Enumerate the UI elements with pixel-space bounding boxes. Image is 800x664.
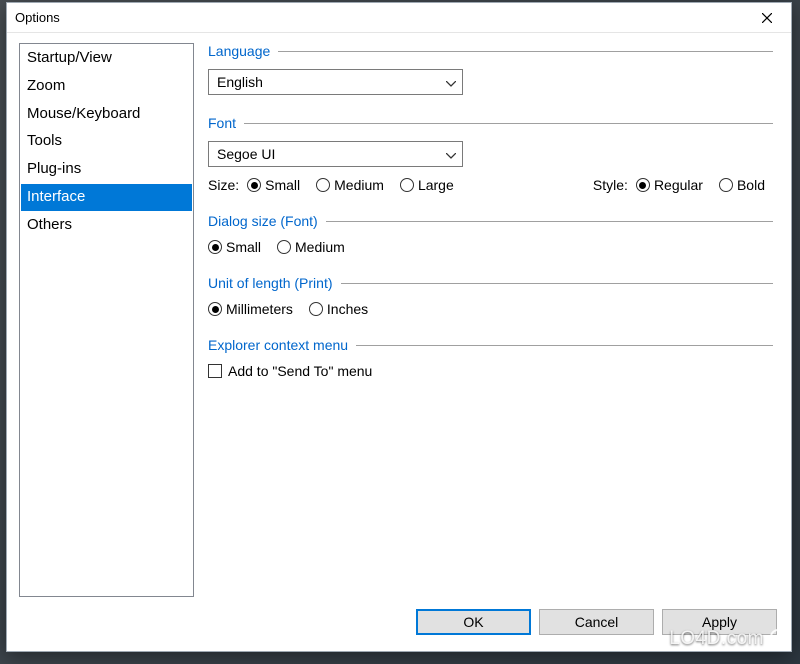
radio-dialog-medium[interactable]: Medium [277, 239, 345, 255]
group-dialog-size: Dialog size (Font) Small Medium [208, 213, 773, 255]
window-title: Options [15, 10, 745, 25]
button-label: Cancel [575, 614, 619, 630]
radio-label: Medium [334, 177, 384, 193]
radio-icon [636, 178, 650, 192]
group-divider [341, 283, 774, 284]
titlebar: Options [7, 3, 791, 33]
sidebar-item-plugins[interactable]: Plug-ins [21, 156, 192, 183]
radio-label: Bold [737, 177, 765, 193]
radio-label: Regular [654, 177, 703, 193]
radio-icon [247, 178, 261, 192]
sidebar-item-label: Tools [27, 132, 62, 149]
sidebar-item-zoom[interactable]: Zoom [21, 73, 192, 100]
chevron-down-icon [446, 146, 456, 162]
sidebar-item-tools[interactable]: Tools [21, 128, 192, 155]
sidebar-item-interface[interactable]: Interface [21, 184, 192, 211]
cancel-button[interactable]: Cancel [539, 609, 654, 635]
radio-label: Medium [295, 239, 345, 255]
dialog-size-row: Small Medium [208, 239, 773, 255]
group-header-font: Font [208, 115, 773, 131]
group-font: Font Segoe UI Size: Small [208, 115, 773, 193]
group-header-context-menu: Explorer context menu [208, 337, 773, 353]
group-label: Dialog size (Font) [208, 213, 318, 229]
sidebar-item-label: Zoom [27, 77, 65, 94]
radio-icon [400, 178, 414, 192]
radio-icon [277, 240, 291, 254]
ok-button[interactable]: OK [416, 609, 531, 635]
dialog-footer: OK Cancel Apply [7, 603, 791, 651]
radio-style-bold[interactable]: Bold [719, 177, 765, 193]
options-dialog: Options Startup/View Zoom Mouse/Keyboard… [6, 2, 792, 652]
group-header-unit: Unit of length (Print) [208, 275, 773, 291]
group-context-menu: Explorer context menu Add to "Send To" m… [208, 337, 773, 379]
radio-size-large[interactable]: Large [400, 177, 454, 193]
dialog-body: Startup/View Zoom Mouse/Keyboard Tools P… [7, 33, 791, 603]
close-button[interactable] [745, 4, 789, 32]
unit-row: Millimeters Inches [208, 301, 773, 317]
group-unit: Unit of length (Print) Millimeters Inche… [208, 275, 773, 317]
sidebar-item-label: Plug-ins [27, 160, 81, 177]
checkbox-send-to[interactable]: Add to "Send To" menu [208, 363, 372, 379]
sidebar-item-startup-view[interactable]: Startup/View [21, 45, 192, 72]
group-divider [244, 123, 773, 124]
group-header-dialog-size: Dialog size (Font) [208, 213, 773, 229]
dropdown-value: English [217, 74, 263, 90]
close-icon [762, 13, 772, 23]
radio-label: Small [265, 177, 300, 193]
chevron-down-icon [446, 74, 456, 90]
sidebar-item-label: Startup/View [27, 49, 112, 66]
radio-unit-inches[interactable]: Inches [309, 301, 368, 317]
radio-style-regular[interactable]: Regular [636, 177, 703, 193]
dropdown-value: Segoe UI [217, 146, 275, 162]
radio-label: Large [418, 177, 454, 193]
sidebar-item-others[interactable]: Others [21, 212, 192, 239]
style-label: Style: [593, 177, 628, 193]
radio-size-small[interactable]: Small [247, 177, 300, 193]
group-divider [326, 221, 773, 222]
apply-button[interactable]: Apply [662, 609, 777, 635]
group-divider [278, 51, 773, 52]
radio-size-medium[interactable]: Medium [316, 177, 384, 193]
group-label: Language [208, 43, 270, 59]
button-label: OK [463, 614, 483, 630]
radio-icon [309, 302, 323, 316]
sidebar-item-label: Interface [27, 188, 85, 205]
group-label: Font [208, 115, 236, 131]
size-label: Size: [208, 177, 239, 193]
sidebar-item-mouse-keyboard[interactable]: Mouse/Keyboard [21, 101, 192, 128]
radio-icon [208, 302, 222, 316]
settings-panel: Language English Font Segoe UI [208, 43, 779, 597]
font-size-row: Size: Small Medium Large Style: [208, 177, 773, 193]
group-label: Unit of length (Print) [208, 275, 333, 291]
group-language: Language English [208, 43, 773, 95]
radio-label: Millimeters [226, 301, 293, 317]
radio-icon [208, 240, 222, 254]
radio-label: Inches [327, 301, 368, 317]
group-header-language: Language [208, 43, 773, 59]
radio-unit-millimeters[interactable]: Millimeters [208, 301, 293, 317]
group-divider [356, 345, 773, 346]
font-dropdown[interactable]: Segoe UI [208, 141, 463, 167]
radio-label: Small [226, 239, 261, 255]
radio-icon [316, 178, 330, 192]
checkbox-label: Add to "Send To" menu [228, 363, 372, 379]
button-label: Apply [702, 614, 737, 630]
group-label: Explorer context menu [208, 337, 348, 353]
radio-dialog-small[interactable]: Small [208, 239, 261, 255]
sidebar-item-label: Others [27, 216, 72, 233]
context-menu-row: Add to "Send To" menu [208, 363, 773, 379]
radio-icon [719, 178, 733, 192]
sidebar-item-label: Mouse/Keyboard [27, 105, 140, 122]
category-sidebar[interactable]: Startup/View Zoom Mouse/Keyboard Tools P… [19, 43, 194, 597]
checkbox-icon [208, 364, 222, 378]
language-dropdown[interactable]: English [208, 69, 463, 95]
